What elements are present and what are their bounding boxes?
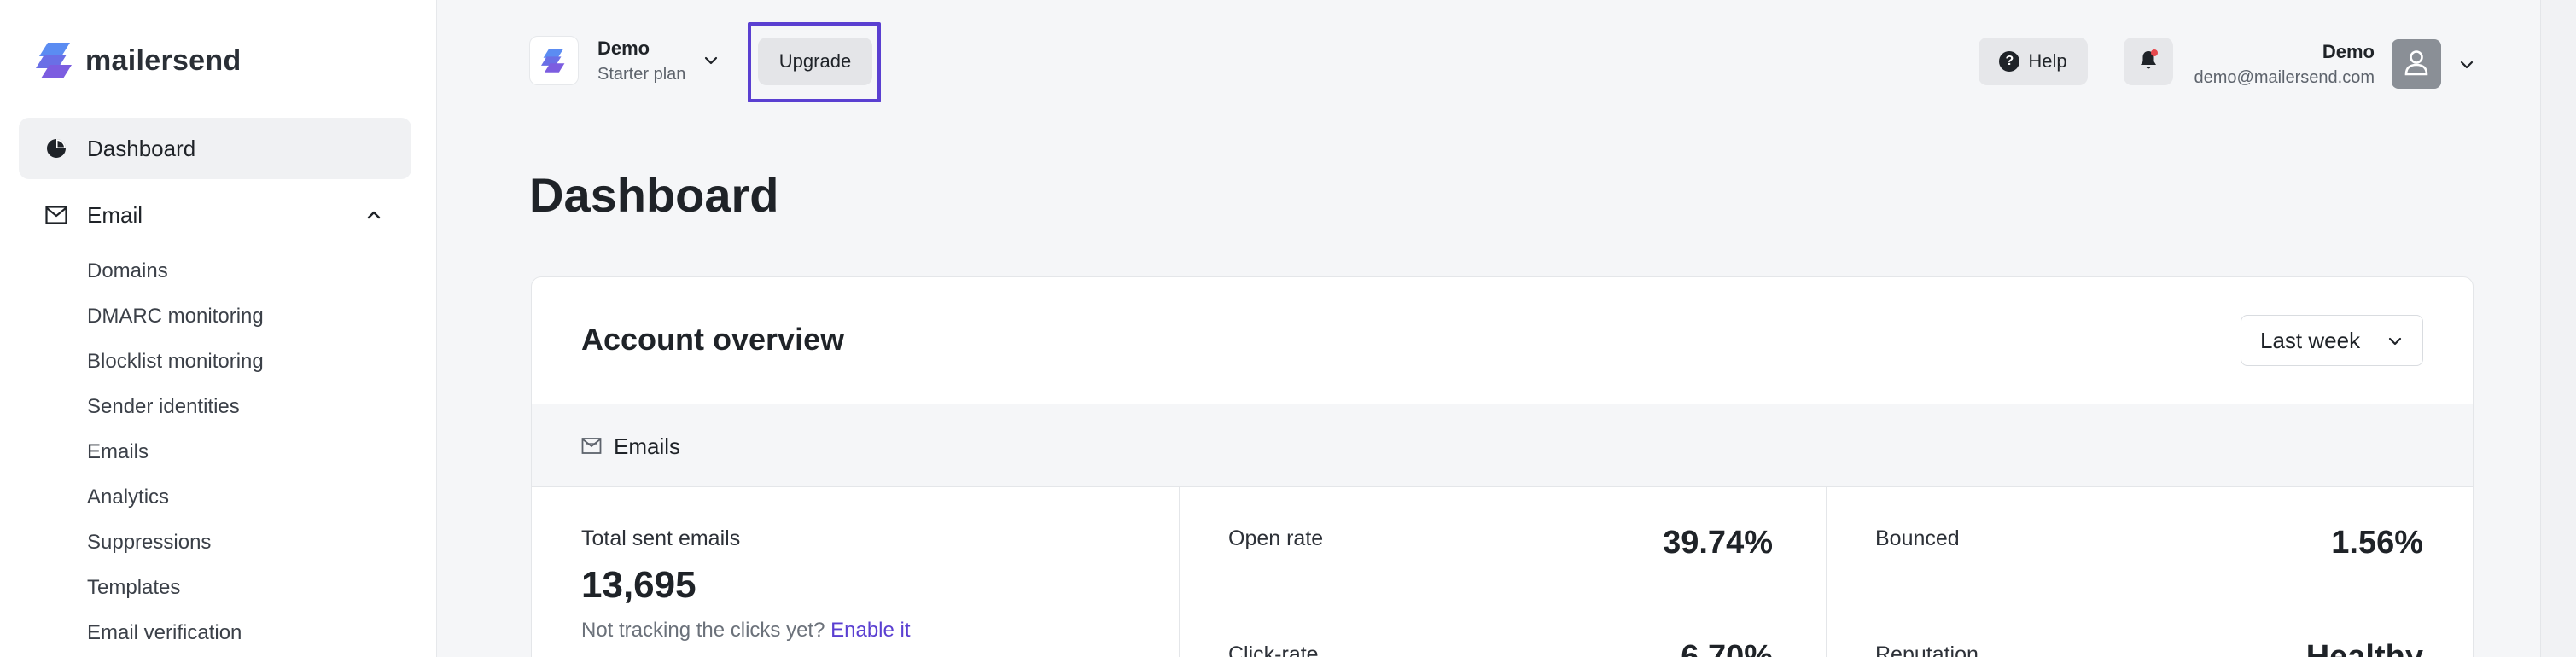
user-icon [2404, 49, 2429, 80]
notifications-button[interactable] [2124, 38, 2173, 85]
account-switcher[interactable]: Demo Starter plan [529, 36, 721, 85]
total-sent-label: Total sent emails [581, 526, 741, 550]
column-divider [1179, 487, 1180, 657]
sidebar-item-suppressions[interactable]: Suppressions [87, 531, 211, 555]
sidebar-item-sender-identities[interactable]: Sender identities [87, 395, 240, 419]
reputation-value: Healthy [2305, 639, 2423, 657]
mailersend-logo[interactable]: mailersend [36, 41, 242, 80]
avatar[interactable] [2392, 39, 2441, 89]
sidebar-item-dashboard[interactable]: Dashboard [19, 118, 411, 179]
sidebar-item-emails[interactable]: Emails [87, 440, 149, 464]
open-rate-label: Open rate [1228, 526, 1324, 550]
sidebar-item-email-verification[interactable]: Email verification [87, 621, 242, 645]
open-rate-value: 39.74% [1663, 525, 1773, 561]
envelope-open-icon [581, 436, 602, 456]
card-title: Account overview [581, 322, 845, 357]
bounced-label: Bounced [1875, 526, 1960, 550]
envelope-icon [44, 203, 68, 227]
enable-tracking-link[interactable]: Enable it [830, 619, 910, 642]
sidebar-item-templates[interactable]: Templates [87, 576, 180, 600]
sidebar-item-email[interactable]: Email [19, 184, 411, 246]
tracking-note-text: Not tracking the clicks yet? [581, 619, 825, 642]
column-divider [1826, 487, 1827, 657]
reputation-label: Reputation [1875, 642, 1979, 657]
mailersend-logo-mark-icon [36, 41, 75, 80]
bounced-value: 1.56% [2331, 525, 2423, 561]
logo-text: mailersend [85, 44, 242, 77]
pie-chart-icon [44, 137, 68, 160]
user-name: Demo [2322, 41, 2375, 62]
click-rate-label: Click-rate [1228, 642, 1319, 657]
sidebar-item-blocklist-monitoring[interactable]: Blocklist monitoring [87, 350, 264, 374]
help-button[interactable]: ? Help [1979, 38, 2088, 85]
tracking-note: Not tracking the clicks yet? Enable it [581, 619, 911, 642]
sidebar-item-label: Email [87, 201, 143, 228]
chevron-down-icon [2385, 331, 2405, 352]
page-title: Dashboard [529, 168, 779, 222]
sidebar-item-domains[interactable]: Domains [87, 259, 168, 283]
emails-section-header: Emails [532, 404, 2473, 487]
account-logo-icon [529, 36, 579, 85]
upgrade-button[interactable]: Upgrade [758, 38, 872, 85]
period-select-value: Last week [2260, 327, 2361, 353]
section-label: Emails [614, 433, 681, 459]
sidebar-item-analytics[interactable]: Analytics [87, 485, 169, 509]
period-select[interactable]: Last week [2241, 315, 2423, 366]
total-sent-value: 13,695 [581, 564, 696, 606]
sidebar: mailersend Dashboard Email Domains DMARC… [0, 0, 437, 657]
bell-icon [2137, 49, 2159, 75]
sidebar-item-label: Dashboard [87, 135, 196, 161]
help-icon: ? [1999, 51, 2020, 72]
scrollbar[interactable] [2540, 0, 2576, 657]
user-info[interactable]: Demo demo@mailersend.com [2194, 41, 2375, 88]
account-name: Demo [597, 37, 650, 59]
account-plan: Starter plan [597, 64, 686, 84]
help-label: Help [2028, 50, 2067, 72]
sidebar-item-dmarc-monitoring[interactable]: DMARC monitoring [87, 305, 264, 328]
click-rate-value: 6.70% [1681, 639, 1773, 657]
chevron-down-icon[interactable] [701, 50, 721, 71]
account-overview-card: Account overview Last week Emails Total … [531, 276, 2474, 657]
chevron-down-icon[interactable] [2457, 55, 2477, 75]
chevron-up-icon[interactable] [362, 203, 386, 227]
user-email: demo@mailersend.com [2194, 68, 2375, 87]
